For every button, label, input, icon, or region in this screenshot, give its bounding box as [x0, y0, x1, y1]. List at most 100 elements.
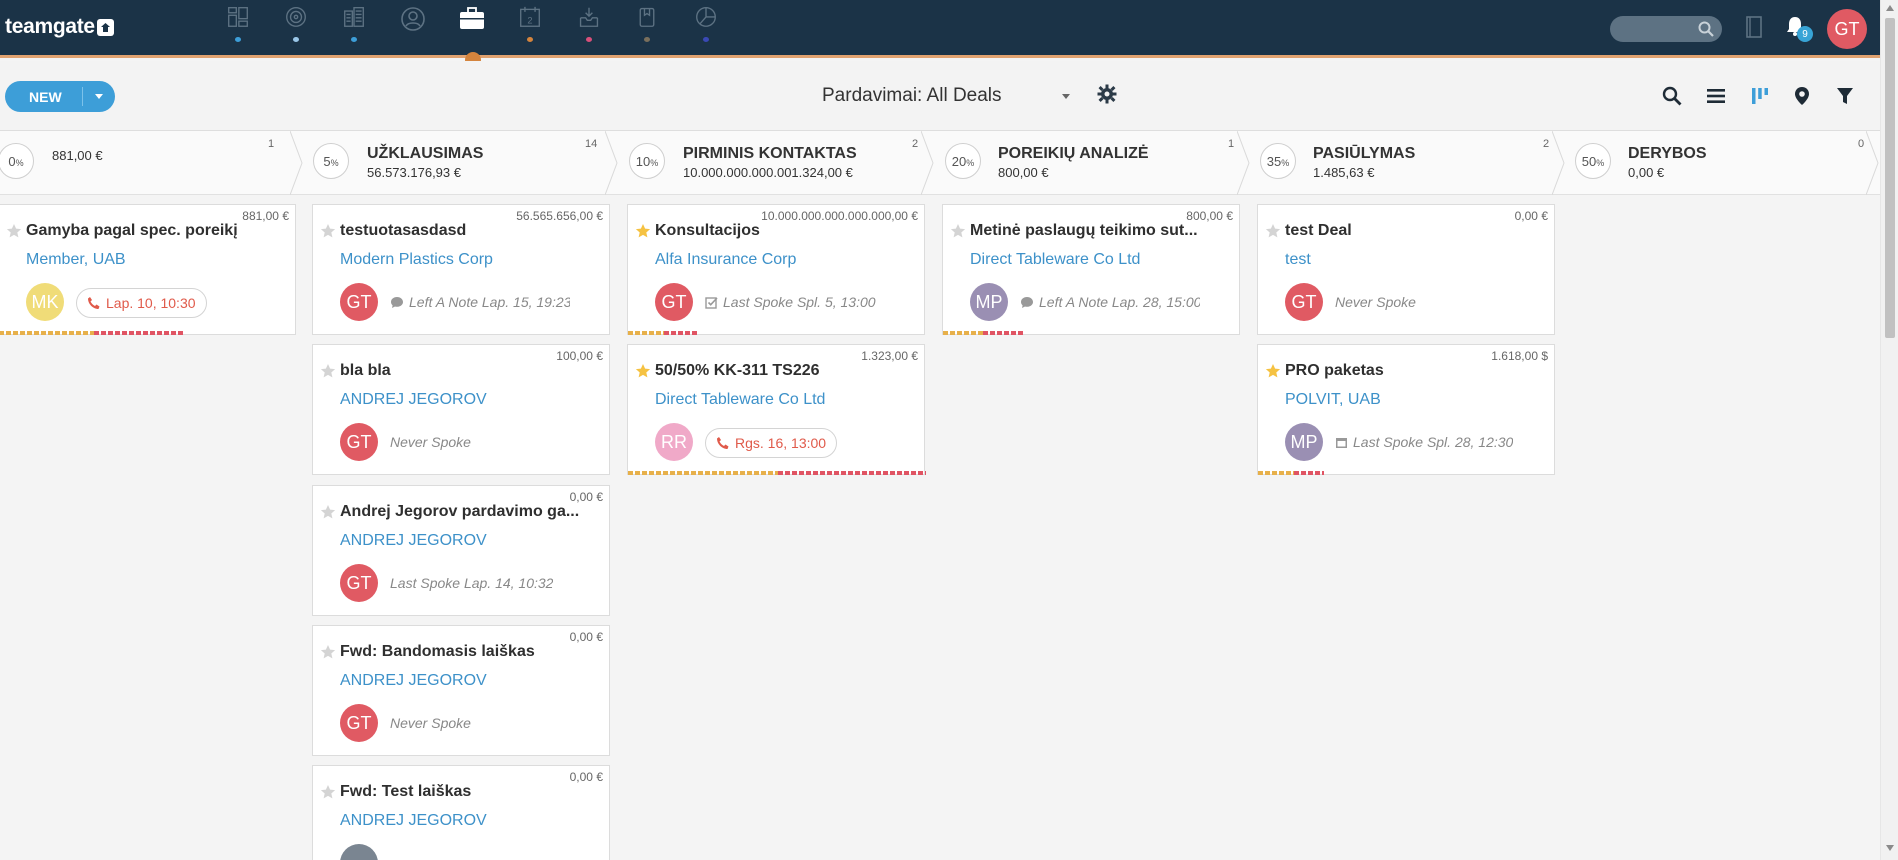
deal-card[interactable]: 800,00 € Metinė paslaugų teikimo sut... … [942, 204, 1240, 335]
deal-card[interactable]: 10.000.000.000.000.000,00 € Konsultacijo… [627, 204, 925, 335]
probability-bar-yellow [1258, 471, 1294, 475]
deal-title[interactable]: Metinė paslaugų teikimo sut... [970, 222, 1198, 240]
nav-calendar[interactable]: 2 [516, 6, 544, 42]
probability-bar-yellow [628, 471, 778, 475]
star-icon[interactable] [320, 223, 336, 239]
global-search-input[interactable] [1610, 16, 1722, 42]
view-title-select[interactable]: Pardavimai: All Deals [822, 85, 1002, 107]
teamgate-logo[interactable]: teamgate [5, 15, 114, 39]
nav-dot [527, 36, 533, 42]
star-icon[interactable] [950, 223, 966, 239]
dashboard-icon [228, 7, 248, 27]
deal-amount: 56.565.656,00 € [516, 209, 603, 223]
view-select-caret-icon[interactable] [1062, 94, 1070, 99]
deal-owner-avatar[interactable] [340, 844, 378, 860]
deal-title[interactable]: bla bla [340, 362, 391, 380]
star-icon[interactable] [6, 223, 22, 239]
stage-arrow-divider [1866, 131, 1879, 195]
list-icon [1707, 89, 1725, 103]
activity-pill[interactable]: Rgs. 16, 13:00 [705, 428, 838, 458]
deal-card[interactable]: 0,00 € Fwd: Test laiškas ANDREJ JEGOROV [312, 765, 610, 860]
deal-company-link[interactable]: Alfa Insurance Corp [655, 251, 796, 269]
deal-company-link[interactable]: Direct Tableware Co Ltd [970, 251, 1140, 269]
user-avatar[interactable]: GT [1827, 9, 1867, 49]
activity-text: Never Spoke [390, 715, 471, 731]
scroll-thumb[interactable] [1885, 18, 1895, 338]
deal-company-link[interactable]: test [1285, 251, 1311, 269]
probability-bar-yellow [628, 331, 664, 335]
deal-card[interactable]: 0,00 € Andrej Jegorov pardavimo ga... AN… [312, 485, 610, 616]
deal-company-link[interactable]: Member, UAB [26, 251, 126, 269]
deal-card[interactable]: 0,00 € Fwd: Bandomasis laiškas ANDREJ JE… [312, 625, 610, 756]
stage-count: 1 [1228, 138, 1235, 150]
deal-company-link[interactable]: Modern Plastics Corp [340, 251, 493, 269]
deal-owner-avatar[interactable]: GT [1285, 283, 1323, 321]
deal-owner-avatar[interactable]: GT [655, 283, 693, 321]
deal-company-link[interactable]: ANDREJ JEGOROV [340, 672, 487, 690]
nav-contacts[interactable] [399, 6, 427, 42]
nav-inbox[interactable] [575, 6, 603, 42]
star-icon[interactable] [1265, 223, 1281, 239]
deal-title[interactable]: 50/50% KK-311 TS226 [655, 362, 820, 380]
briefcase-icon [460, 7, 484, 29]
deal-card[interactable]: 0,00 € test Deal test GT Never Spoke [1257, 204, 1555, 335]
deal-owner-avatar[interactable]: RR [655, 423, 693, 461]
deal-title[interactable]: Fwd: Test laiškas [340, 783, 471, 801]
deal-company-link[interactable]: Direct Tableware Co Ltd [655, 391, 825, 409]
deal-owner-avatar[interactable]: GT [340, 283, 378, 321]
deal-card[interactable]: 56.565.656,00 € testuotasasdasd Modern P… [312, 204, 610, 335]
search-button[interactable] [1662, 86, 1682, 111]
deal-owner-avatar[interactable]: MK [26, 283, 64, 321]
deal-title[interactable]: Konsultacijos [655, 222, 760, 240]
deal-company-link[interactable]: ANDREJ JEGOROV [340, 812, 487, 830]
address-book-button[interactable] [1745, 16, 1763, 43]
new-dropdown-caret-icon[interactable] [95, 94, 103, 99]
kanban-view-button[interactable] [1750, 86, 1770, 111]
nav-dot [703, 36, 709, 42]
page-scrollbar[interactable] [1880, 0, 1898, 860]
list-view-button[interactable] [1706, 86, 1726, 111]
stage-total: 56.573.176,93 € [367, 165, 461, 180]
star-icon[interactable] [320, 363, 336, 379]
deal-card[interactable]: 1.323,00 € 50/50% KK-311 TS226 Direct Ta… [627, 344, 926, 475]
star-icon[interactable] [320, 644, 336, 660]
deal-owner-avatar[interactable]: GT [340, 704, 378, 742]
deal-card[interactable]: 100,00 € bla bla ANDREJ JEGOROV GT Never… [312, 344, 610, 475]
deal-owner-avatar[interactable]: GT [340, 423, 378, 461]
search-icon [1662, 86, 1682, 106]
deal-title[interactable]: Gamyba pagal spec. poreikį [26, 222, 238, 240]
star-icon[interactable] [1265, 363, 1281, 379]
nav-reports[interactable] [692, 6, 720, 42]
scroll-down-arrow-icon[interactable] [1886, 845, 1894, 851]
deal-company-link[interactable]: POLVIT, UAB [1285, 391, 1381, 409]
deal-title[interactable]: test Deal [1285, 222, 1352, 240]
deal-card[interactable]: 1.618,00 $ PRO paketas POLVIT, UAB MP La… [1257, 344, 1555, 475]
scroll-up-arrow-icon[interactable] [1886, 5, 1894, 11]
nav-dashboard[interactable] [224, 6, 252, 42]
star-icon[interactable] [320, 784, 336, 800]
nav-goals[interactable] [282, 6, 310, 42]
deal-owner-avatar[interactable]: MP [970, 283, 1008, 321]
deal-owner-avatar[interactable]: GT [340, 564, 378, 602]
view-settings-button[interactable] [1097, 84, 1117, 109]
deal-owner-avatar[interactable]: MP [1285, 423, 1323, 461]
nav-deals[interactable] [458, 6, 486, 42]
deal-amount: 881,00 € [242, 209, 289, 223]
activity-pill[interactable]: Lap. 10, 10:30 [76, 288, 207, 318]
deal-title[interactable]: Andrej Jegorov pardavimo ga... [340, 503, 579, 521]
deal-card[interactable]: 881,00 € Gamyba pagal spec. poreikį Memb… [0, 204, 296, 335]
stage-percent: 5% [313, 143, 349, 179]
nav-companies[interactable] [340, 6, 368, 42]
deal-company-link[interactable]: ANDREJ JEGOROV [340, 391, 487, 409]
deal-title[interactable]: PRO paketas [1285, 362, 1384, 380]
map-view-button[interactable] [1793, 86, 1811, 111]
star-icon[interactable] [635, 223, 651, 239]
nav-documents[interactable] [633, 6, 661, 42]
deal-title[interactable]: Fwd: Bandomasis laiškas [340, 643, 535, 661]
star-icon[interactable] [320, 504, 336, 520]
deal-company-link[interactable]: ANDREJ JEGOROV [340, 532, 487, 550]
star-icon[interactable] [635, 363, 651, 379]
deal-title[interactable]: testuotasasdasd [340, 222, 466, 240]
filter-button[interactable] [1836, 86, 1854, 111]
stage-count: 1 [268, 138, 275, 150]
